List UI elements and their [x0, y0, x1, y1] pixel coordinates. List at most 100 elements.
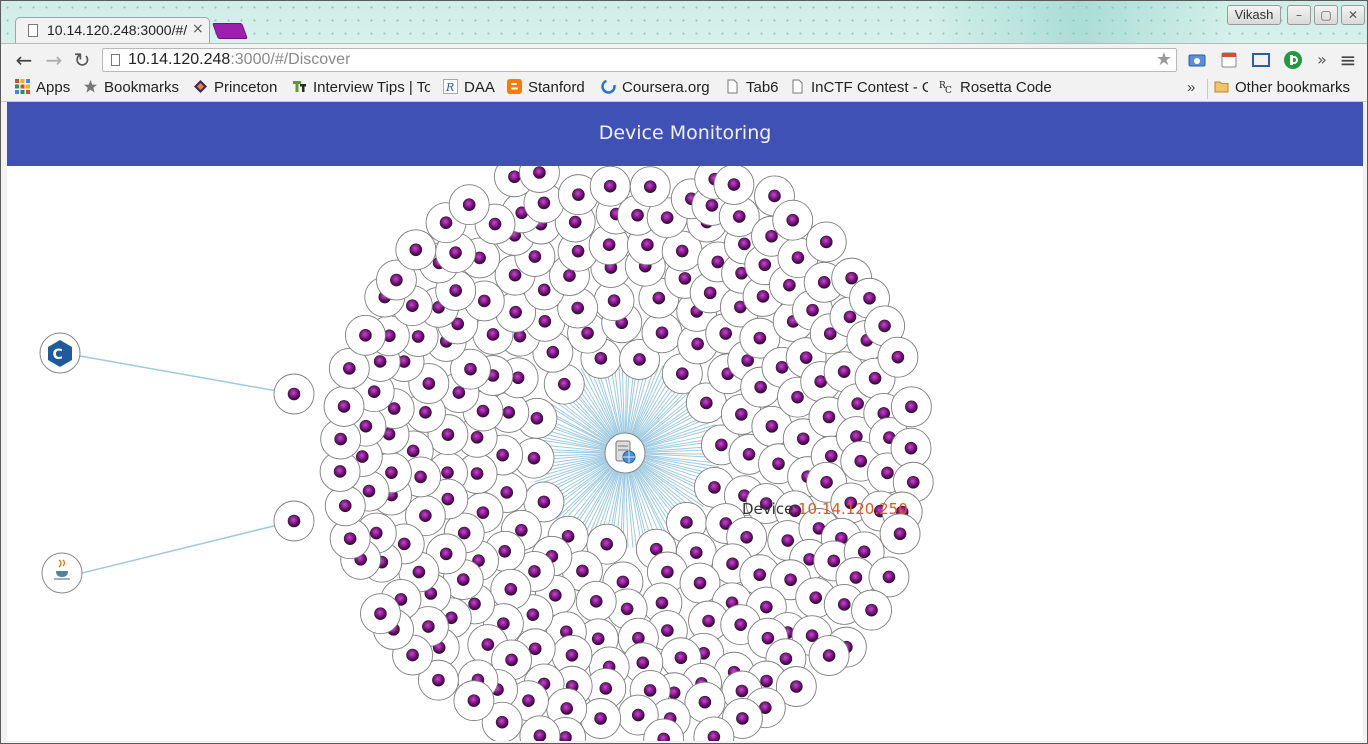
device-icon — [674, 651, 688, 665]
forward-button[interactable]: → — [43, 49, 65, 71]
device-node[interactable] — [877, 336, 919, 378]
bookmark-coursera[interactable]: Coursera.org — [601, 79, 710, 99]
device-icon — [334, 432, 347, 446]
apps-grid-icon — [15, 79, 30, 94]
device-icon — [355, 450, 369, 463]
device-icon — [476, 404, 490, 418]
device-icon — [508, 268, 522, 282]
device-icon — [528, 642, 542, 656]
back-button[interactable]: ← — [13, 49, 35, 71]
device-node[interactable] — [324, 485, 366, 527]
device-icon — [631, 208, 644, 222]
chrome-menu-icon[interactable]: ≡ — [1337, 49, 1359, 71]
device-icon — [468, 597, 481, 611]
bookmarks-overflow-button[interactable]: » — [1187, 79, 1195, 99]
device-icon — [678, 272, 692, 285]
device-icon — [571, 301, 584, 315]
extension-folder-icon[interactable] — [1187, 50, 1207, 70]
device-icon — [537, 283, 551, 297]
device-node[interactable] — [851, 589, 892, 631]
device-node[interactable] — [808, 635, 850, 677]
extension-green-icon[interactable] — [1283, 50, 1303, 70]
bookmark-other-bookmarks[interactable]: Other bookmarks — [1207, 79, 1350, 99]
bookmark-interview-tips[interactable]: Interview Tips | To — [292, 79, 430, 99]
device-node[interactable] — [629, 166, 671, 208]
bookmark-bookmarks[interactable]: Bookmarks — [83, 79, 179, 99]
address-bar[interactable]: 10.14.120.248:3000/#/Discover ★ — [102, 48, 1177, 72]
tooltip-label: Device: — [742, 500, 798, 518]
device-icon — [559, 731, 572, 741]
device-icon — [533, 729, 547, 741]
device-icon — [827, 554, 841, 568]
device-icon — [655, 326, 669, 340]
close-window-button[interactable]: ✕ — [1341, 5, 1365, 25]
device-icon — [369, 526, 383, 540]
device-icon — [735, 684, 749, 698]
tab-title: 10.14.120.248:3000/#/Discover — [47, 22, 187, 38]
device-icon — [616, 575, 630, 589]
device-node[interactable] — [713, 166, 755, 206]
device-node[interactable] — [273, 373, 315, 415]
minimize-button[interactable]: – — [1287, 5, 1311, 25]
bookmark-princeton[interactable]: Princeton — [193, 79, 277, 99]
device-icon — [781, 534, 795, 547]
device-node[interactable] — [890, 386, 932, 428]
bookmark-star-icon[interactable]: ★ — [1156, 49, 1172, 70]
device-node[interactable] — [344, 314, 386, 356]
device-icon — [786, 213, 800, 227]
blogger-icon — [507, 79, 522, 94]
reload-button[interactable]: ↻ — [71, 49, 93, 71]
close-tab-icon[interactable]: × — [192, 21, 204, 37]
device-icon — [738, 237, 751, 251]
device-node[interactable] — [641, 312, 683, 354]
tab-discover[interactable]: 10.14.120.248:3000/#/Discover × — [15, 17, 210, 43]
device-icon — [689, 546, 703, 559]
device-node[interactable] — [273, 500, 315, 542]
device-node[interactable] — [395, 229, 437, 271]
bookmark-inctf[interactable]: InCTF Contest - Go — [790, 79, 928, 99]
device-node[interactable] — [805, 221, 847, 263]
device-icon — [568, 215, 582, 229]
java-node[interactable] — [41, 552, 83, 594]
hub-server-node[interactable] — [604, 432, 646, 474]
device-icon — [508, 170, 521, 184]
bookmark-daa[interactable]: R DAA — [443, 79, 495, 99]
new-tab-button[interactable] — [212, 23, 248, 39]
device-node[interactable] — [589, 166, 631, 207]
device-node[interactable] — [684, 681, 726, 723]
graph-link — [81, 520, 295, 574]
device-node[interactable] — [772, 199, 814, 241]
bookmark-apps[interactable]: Apps — [15, 79, 70, 99]
device-node[interactable] — [575, 580, 617, 622]
device-node[interactable] — [360, 593, 401, 635]
device-icon — [819, 235, 833, 249]
maximize-button[interactable]: ▢ — [1314, 5, 1338, 25]
device-icon — [779, 652, 793, 666]
device-icon — [411, 330, 425, 343]
extension-screen-icon[interactable] — [1251, 50, 1271, 70]
device-icon — [441, 466, 454, 479]
network-graph[interactable]: C Device: 10.14.120.250 — [7, 166, 1363, 741]
device-icon — [641, 238, 654, 252]
graph-link — [79, 355, 295, 395]
device-node[interactable] — [323, 385, 365, 427]
device-node[interactable] — [453, 680, 495, 722]
cpp-node[interactable]: C — [39, 332, 81, 374]
url-text[interactable]: 10.14.120.248:3000/#/Discover — [128, 51, 350, 69]
bookmark-rosetta[interactable]: R C Rosetta Code — [939, 79, 1052, 99]
extension-calendar-icon[interactable] — [1219, 50, 1239, 70]
tooltip-value: 10.14.120.250 — [798, 500, 908, 518]
device-icon — [691, 337, 704, 351]
device-node[interactable] — [448, 184, 490, 226]
device-icon — [470, 431, 484, 444]
device-node[interactable] — [490, 568, 532, 610]
bookmark-stanford[interactable]: Stanford — [507, 79, 585, 99]
extensions-overflow-button[interactable]: » — [1311, 49, 1333, 71]
device-icon — [538, 315, 552, 328]
bookmark-tab6[interactable]: Tab6 — [725, 79, 779, 99]
device-node[interactable] — [879, 513, 921, 555]
profile-button[interactable]: Vikash — [1227, 5, 1281, 25]
svg-text:C: C — [53, 347, 63, 363]
device-icon — [359, 329, 372, 342]
device-icon — [515, 523, 528, 537]
